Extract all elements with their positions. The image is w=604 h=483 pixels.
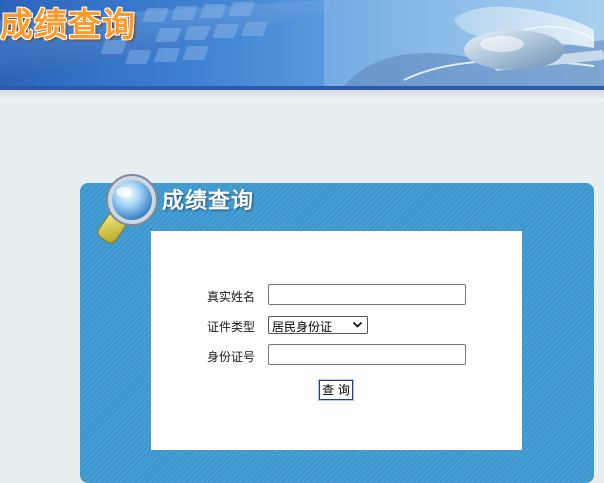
panel-title: 成绩查询 xyxy=(162,189,255,214)
banner-title: 成绩查询 xyxy=(0,5,136,44)
name-label: 真实姓名 xyxy=(207,290,256,304)
header-banner: 成绩查询 xyxy=(0,0,604,86)
id-type-selected-value: 居民身份证 xyxy=(272,320,333,334)
name-input[interactable] xyxy=(268,284,466,305)
id-number-input[interactable] xyxy=(268,344,466,365)
query-form xyxy=(151,231,522,450)
dropdown-arrow-icon xyxy=(352,321,363,328)
submit-query-button[interactable]: 查 询 xyxy=(318,379,354,401)
id-type-label: 证件类型 xyxy=(207,320,256,334)
banner-shadow xyxy=(0,90,604,102)
mouse-image xyxy=(324,0,604,86)
id-type-select[interactable]: 居民身份证 xyxy=(268,316,368,334)
id-number-label: 身份证号 xyxy=(207,350,256,364)
